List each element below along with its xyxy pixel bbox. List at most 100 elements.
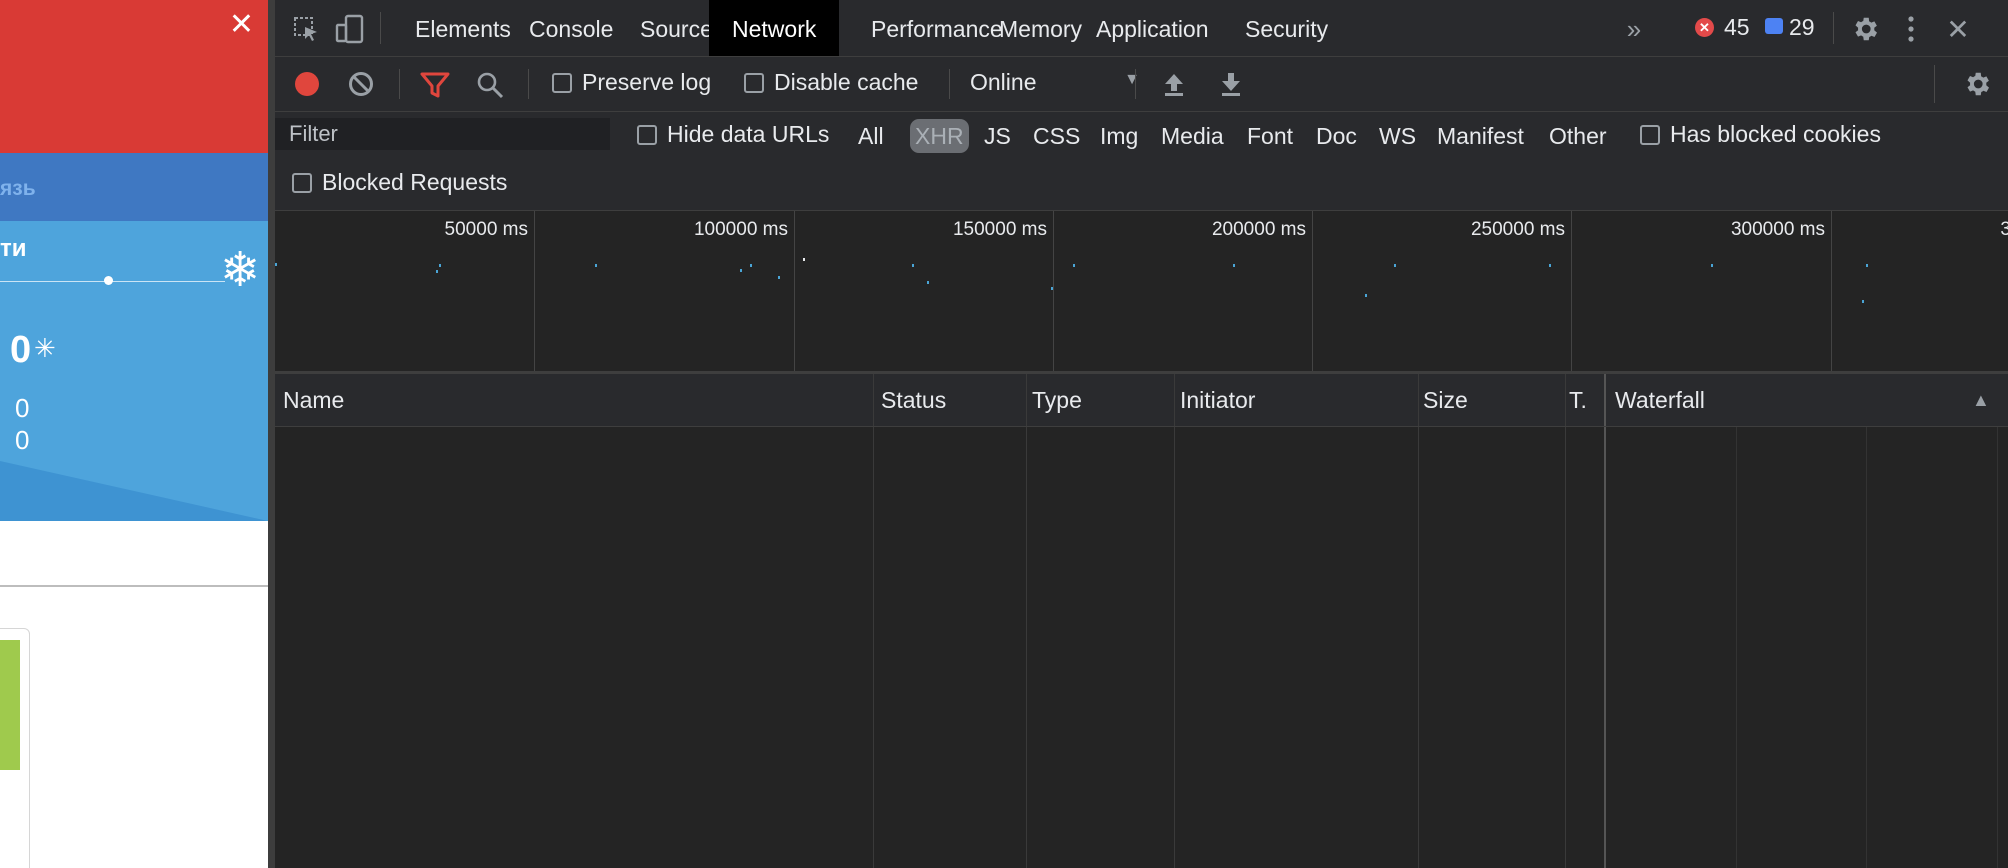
blocked-requests-label: Blocked Requests [322,169,508,195]
has-blocked-cookies-label: Has blocked cookies [1670,121,1881,147]
strip-link[interactable]: язь [0,177,36,201]
filter-type-other[interactable]: Other [1544,119,1612,153]
tab-application[interactable]: Application [1073,0,1232,56]
weather-value-2: 0 [15,425,30,455]
checkbox-box[interactable] [1640,124,1660,145]
filter-type-media[interactable]: Media [1156,119,1229,153]
weather-widget: ти ❄ 0 ✳ 0 0 [0,221,268,521]
close-devtools-icon[interactable]: ✕ [1943,14,1973,45]
checkbox-box[interactable] [637,124,657,145]
column-divider[interactable] [1174,374,1175,426]
filter-type-js[interactable]: JS [979,119,1016,153]
clear-icon[interactable] [347,70,375,98]
devtools-resizer[interactable] [268,0,275,868]
request-marker [1711,264,1713,267]
overview-tick-label: 150000 ms [952,219,1047,240]
waterfall-gridline [1997,427,1998,868]
settings-gear-icon[interactable] [1848,12,1882,46]
column-divider [1604,427,1606,868]
weather-bottom-shape [0,461,268,521]
filter-type-img[interactable]: Img [1095,119,1143,153]
message-icon[interactable] [1765,18,1783,34]
request-marker [1394,264,1396,267]
request-marker [1862,300,1864,303]
more-tabs-icon[interactable]: » [1619,14,1649,44]
request-marker [1051,287,1053,290]
record-icon[interactable] [293,70,321,98]
kebab-menu-icon[interactable] [1901,12,1921,46]
preserve-log-checkbox[interactable]: Preserve log [552,69,711,96]
overview-gridline [1053,211,1054,371]
disable-cache-checkbox[interactable]: Disable cache [744,69,918,96]
filter-type-ws[interactable]: WS [1374,119,1421,153]
toolbar-separator [528,69,529,99]
overview-gridline [534,211,535,371]
column-divider [1174,427,1175,868]
column-header-size[interactable]: Size [1415,374,1560,426]
export-har-icon[interactable] [1218,70,1244,98]
import-har-icon[interactable] [1161,70,1187,98]
request-marker [750,264,752,267]
request-marker [1365,294,1367,297]
column-divider[interactable] [1418,374,1419,426]
preserve-log-label: Preserve log [582,69,712,95]
request-marker [803,258,805,261]
checkbox-box[interactable] [744,72,764,93]
request-marker [927,281,929,284]
weather-slider-dot[interactable] [104,276,113,285]
column-header-status[interactable]: Status [873,374,1024,426]
checkbox-box[interactable] [552,72,572,93]
message-count[interactable]: 29 [1789,14,1815,41]
inspected-page: ✕ язь ти ❄ 0 ✳ 0 0 [0,0,268,868]
tabbar-separator [1833,12,1834,44]
sort-ascending-icon[interactable]: ▲ [1964,374,2002,426]
column-header-waterfall[interactable]: Waterfall [1607,374,1975,426]
device-toolbar-icon[interactable] [333,12,367,46]
tab-security[interactable]: Security [1222,0,1351,56]
column-divider[interactable] [1604,374,1606,426]
filter-icon[interactable] [420,70,450,100]
filter-type-css[interactable]: CSS [1028,119,1085,153]
overview-gridline [1831,211,1832,371]
toolbar-separator [399,69,400,99]
column-header-name[interactable]: Name [275,374,873,426]
filter-type-doc[interactable]: Doc [1311,119,1362,153]
overview-tick-label: 3 [2000,219,2008,240]
column-header-type[interactable]: Type [1024,374,1172,426]
column-divider[interactable] [1565,374,1566,426]
filter-type-all[interactable]: All [853,119,889,153]
tabbar-separator [380,12,381,44]
request-marker [439,264,441,267]
error-icon[interactable]: ✕ [1695,18,1714,37]
column-divider[interactable] [1026,374,1027,426]
checkbox-box[interactable] [292,172,312,193]
search-icon[interactable] [475,70,505,100]
error-count[interactable]: 45 [1724,14,1750,41]
column-divider [873,427,874,868]
filter-type-font[interactable]: Font [1242,119,1298,153]
overview-timeline[interactable]: 50000 ms 100000 ms 150000 ms 200000 ms 2… [275,211,2008,374]
has-blocked-cookies-checkbox[interactable]: Has blocked cookies [1640,121,1881,148]
waterfall-gridline [1866,427,1867,868]
devtools-tabbar: Elements Console Sources Network Perform… [275,0,2008,57]
filter-type-manifest[interactable]: Manifest [1432,119,1529,153]
requests-table-body [275,427,2008,868]
tab-network[interactable]: Network [709,0,840,56]
hide-data-urls-checkbox[interactable]: Hide data URLs [637,121,829,148]
column-divider[interactable] [873,374,874,426]
filter-type-xhr[interactable]: XHR [910,119,969,153]
request-marker [778,276,780,279]
devtools-panel: Elements Console Sources Network Perform… [275,0,2008,868]
blocked-requests-checkbox[interactable]: Blocked Requests [292,169,507,196]
network-settings-icon[interactable] [1961,68,1993,100]
inspect-element-icon[interactable] [291,14,321,44]
filter-input[interactable] [275,118,610,150]
banner-close-icon[interactable]: ✕ [229,10,254,40]
column-header-time[interactable]: T. [1561,374,1597,426]
overview-tick-label: 300000 ms [1730,219,1825,240]
column-header-initiator[interactable]: Initiator [1172,374,1415,426]
page-divider [0,585,268,587]
throttling-select[interactable]: Online ▼ [970,69,1140,99]
overview-tick-label: 50000 ms [444,219,528,240]
request-marker [595,264,597,267]
